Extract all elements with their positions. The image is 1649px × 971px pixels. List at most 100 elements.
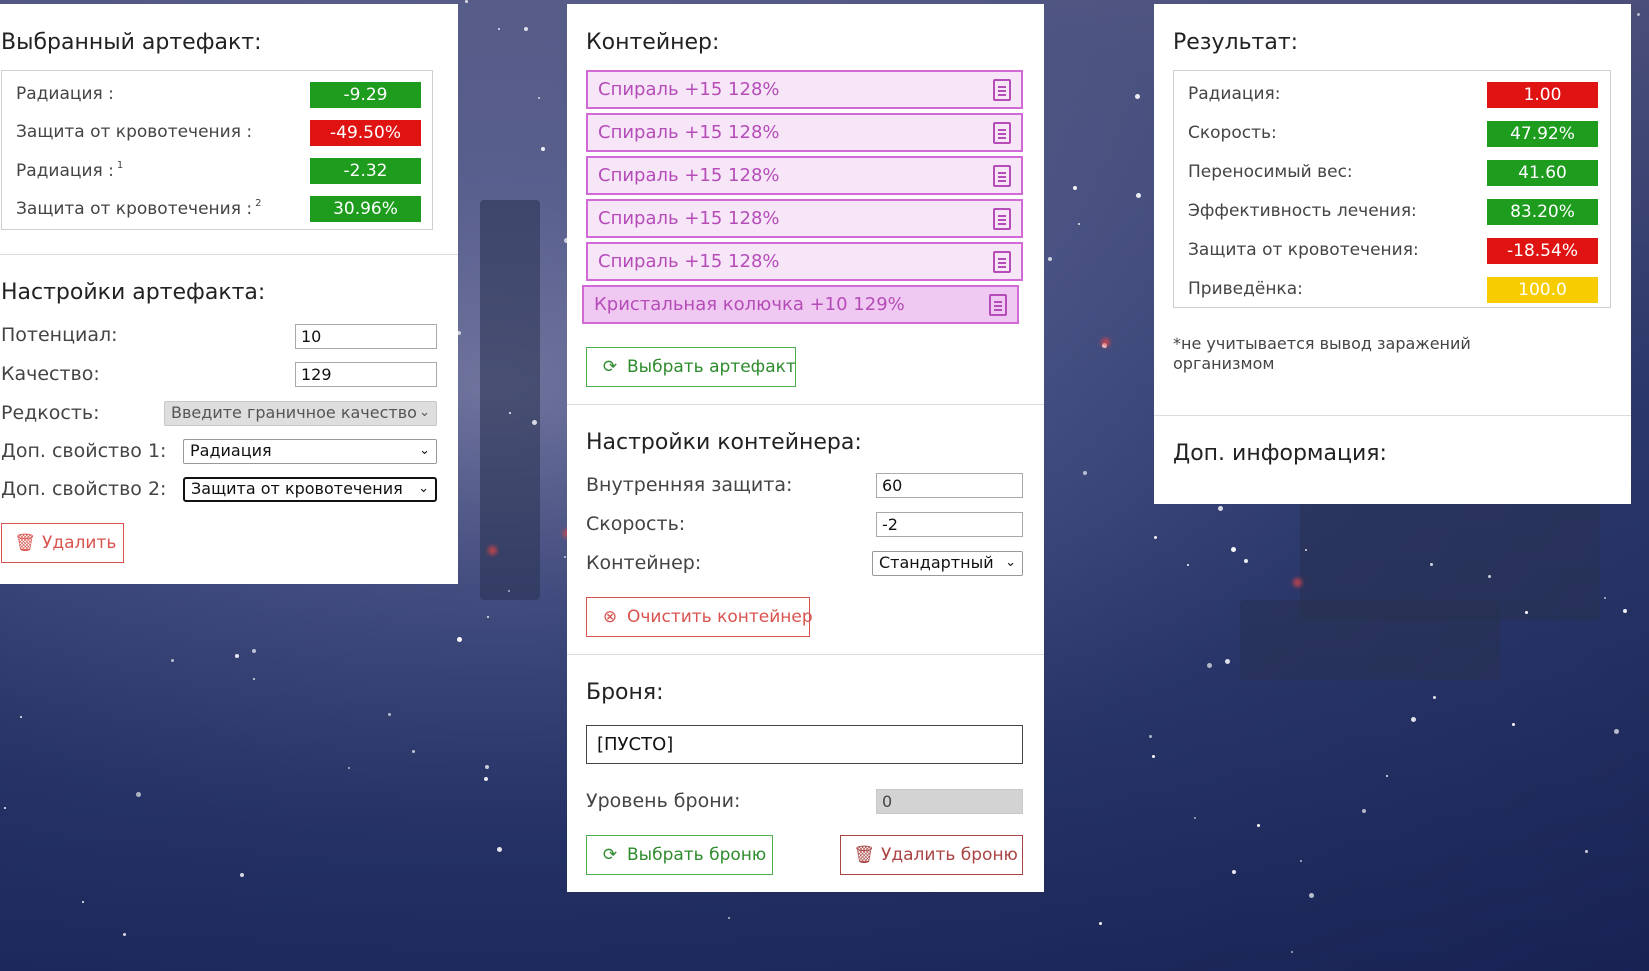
container-type-select[interactable]: Стандартный ⌄ (872, 551, 1023, 576)
snowflake (1083, 471, 1087, 475)
stat-value: 47.92% (1487, 121, 1598, 147)
snowflake (1078, 223, 1080, 225)
snowflake (1073, 186, 1077, 190)
container-artifact-item[interactable]: Спираль +15 128% (586, 113, 1023, 152)
delete-artifact-button[interactable]: 🗑 Удалить (1, 523, 124, 563)
container-artifact-item-selected[interactable]: Кристальная колючка +10 129% (582, 285, 1019, 324)
chevron-down-icon: ⌄ (1005, 555, 1016, 570)
snowflake (1623, 609, 1627, 613)
stat-label: Скорость: (1188, 123, 1277, 143)
refresh-icon: ⟳ (602, 845, 618, 865)
inner-protection-input[interactable]: 60 (876, 473, 1023, 498)
snowflake (497, 847, 502, 852)
snowflake (348, 767, 350, 769)
stat-value: 41.60 (1487, 160, 1598, 186)
armor-field[interactable]: [ПУСТО] (586, 725, 1023, 764)
prop2-select[interactable]: Защита от кровотечения ⌄ (183, 477, 437, 502)
document-icon[interactable] (993, 122, 1011, 144)
snowflake (1194, 817, 1196, 819)
snowflake (1149, 735, 1152, 738)
snowflake (498, 28, 500, 30)
artifact-stat-row: Радиация : -9.29 (2, 75, 432, 114)
snowflake (253, 678, 255, 680)
background-light (488, 546, 497, 555)
result-stats-table: Радиация: 1.00 Скорость: 47.92% Переноси… (1173, 70, 1611, 308)
stat-label: Защита от кровотечения : (16, 122, 253, 142)
document-icon[interactable] (993, 208, 1011, 230)
prop2-label: Доп. свойство 2: (1, 478, 167, 500)
circle-x-icon: ⊗ (602, 607, 618, 627)
snowflake (485, 765, 489, 769)
result-stat-row: Эффективность лечения: 83.20% (1174, 192, 1610, 231)
snowflake (1488, 575, 1491, 578)
stat-value: 30.96% (310, 196, 421, 222)
prop1-select[interactable]: Радиация ⌄ (183, 439, 437, 464)
snowflake (1604, 597, 1606, 599)
stat-value: 1.00 (1487, 82, 1598, 108)
stat-label: Приведёнка: (1188, 279, 1303, 299)
select-armor-button[interactable]: ⟳ Выбрать броню (586, 835, 773, 875)
snowflake (1525, 611, 1528, 614)
snowflake (1291, 951, 1293, 953)
inner-protection-label: Внутренняя защита: (586, 474, 793, 496)
extra-info-title: Доп. информация: (1173, 441, 1387, 466)
select-artifact-button[interactable]: ⟳ Выбрать артефакт (586, 347, 796, 387)
snowflake (1362, 809, 1366, 813)
container-artifact-item[interactable]: Спираль +15 128% (586, 156, 1023, 195)
potential-input[interactable]: 10 (295, 324, 437, 349)
document-icon[interactable] (989, 294, 1007, 316)
artifact-stats-table: Радиация : -9.29 Защита от кровотечения … (1, 70, 433, 230)
background-light (1293, 578, 1302, 587)
snowflake (1218, 506, 1223, 511)
stat-label: Защита от кровотечения :2 (16, 198, 262, 219)
rarity-label: Редкость: (1, 402, 100, 424)
snowflake (4, 807, 6, 809)
result-stat-row: Радиация: 1.00 (1174, 75, 1610, 114)
snowflake (1225, 659, 1230, 664)
snowflake (1585, 850, 1588, 853)
result-note: *не учитывается вывод заражений организм… (1173, 334, 1471, 373)
snowflake (728, 917, 730, 919)
artifact-stat-row: Радиация :1 -2.32 (2, 151, 432, 190)
result-stat-row: Переносимый вес: 41.60 (1174, 153, 1610, 192)
selected-artifact-title: Выбранный артефакт: (1, 30, 262, 55)
container-artifact-item[interactable]: Спираль +15 128% (586, 242, 1023, 281)
speed-input[interactable]: -2 (876, 512, 1023, 537)
section-divider (0, 254, 458, 255)
document-icon[interactable] (993, 165, 1011, 187)
result-title: Результат: (1173, 30, 1299, 55)
artifact-panel: Выбранный артефакт: Радиация : -9.29 Защ… (0, 4, 458, 584)
document-icon[interactable] (993, 79, 1011, 101)
snowflake (457, 637, 462, 642)
container-panel: Контейнер: Спираль +15 128% Спираль +15 … (567, 4, 1044, 892)
armor-level-input: 0 (876, 789, 1023, 814)
snowflake (541, 147, 545, 151)
stat-label: Радиация :1 (16, 160, 124, 181)
background-building (1240, 600, 1500, 680)
snowflake (1386, 775, 1388, 777)
delete-armor-button[interactable]: 🗑 Удалить броню (840, 835, 1023, 875)
stat-label: Эффективность лечения: (1188, 201, 1417, 221)
snowflake (388, 713, 391, 716)
result-stat-row: Приведёнка: 100.0 (1174, 270, 1610, 309)
snowflake (1154, 536, 1157, 539)
snowflake (1231, 547, 1236, 552)
snowflake (1207, 663, 1212, 668)
armor-level-label: Уровень брони: (586, 790, 741, 812)
snowflake (465, 0, 468, 3)
quality-input[interactable]: 129 (295, 362, 437, 387)
container-artifact-item[interactable]: Спираль +15 128% (586, 199, 1023, 238)
stat-label: Радиация: (1188, 84, 1281, 104)
snowflake (484, 777, 488, 781)
stat-label: Радиация : (16, 84, 114, 104)
speed-label: Скорость: (586, 513, 686, 535)
snowflake (564, 556, 566, 558)
document-icon[interactable] (993, 251, 1011, 273)
snowflake (1099, 922, 1102, 925)
container-artifact-item[interactable]: Спираль +15 128% (586, 70, 1023, 109)
snowflake (1305, 549, 1307, 551)
snowflake (136, 792, 141, 797)
clear-container-button[interactable]: ⊗ Очистить контейнер (586, 597, 813, 637)
artifact-settings-title: Настройки артефакта: (1, 280, 266, 305)
snowflake (1136, 193, 1141, 198)
